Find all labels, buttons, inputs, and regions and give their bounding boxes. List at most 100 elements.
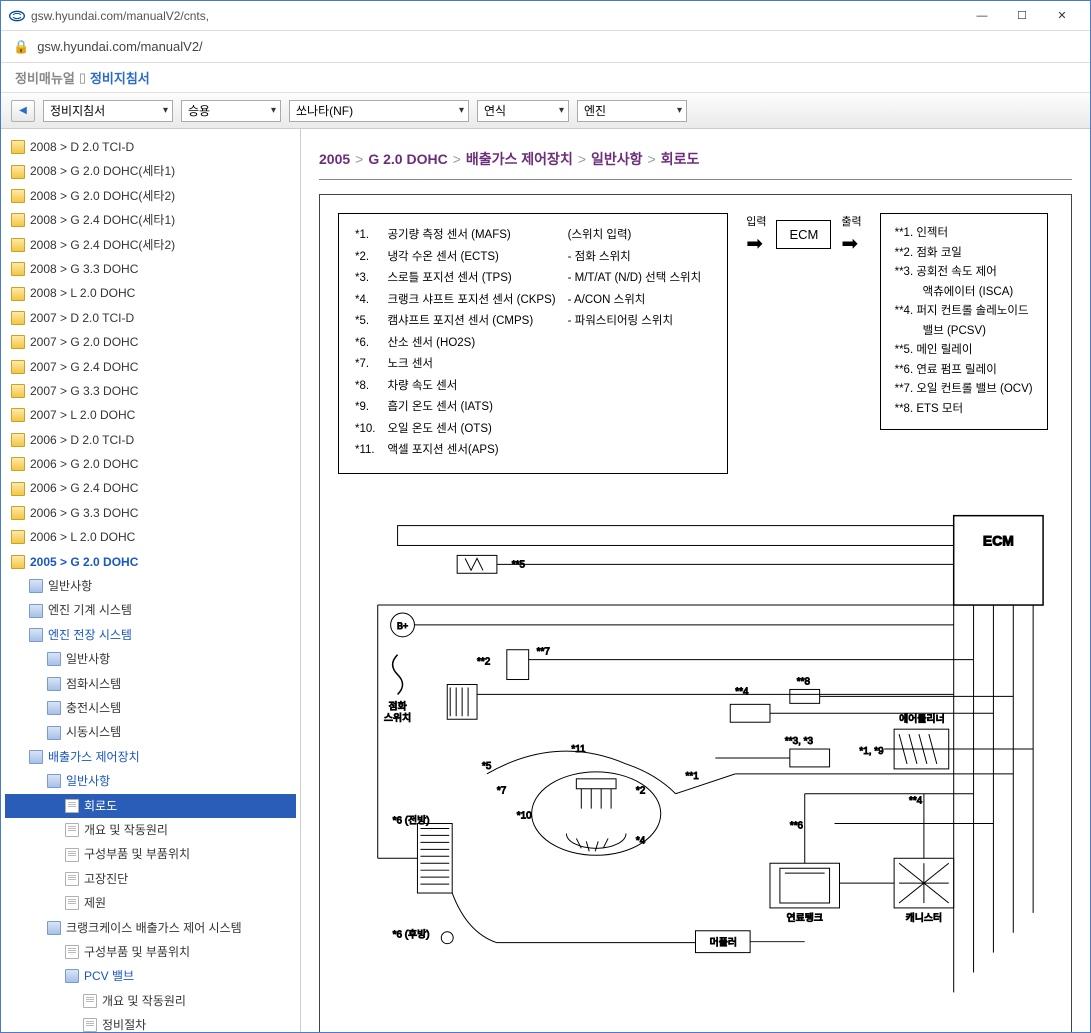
breadcrumb-segment[interactable]: G 2.0 DOHC — [368, 151, 447, 167]
tree-item[interactable]: 2006 > D 2.0 TCI-D — [5, 428, 296, 452]
vehicle-class-select[interactable]: 승용 — [181, 100, 281, 122]
tree-item-label: 2007 > L 2.0 DOHC — [30, 405, 135, 425]
page-icon — [83, 994, 97, 1008]
svg-text:연료탱크: 연료탱크 — [786, 912, 823, 924]
legend-cell — [568, 420, 712, 440]
book-icon — [29, 628, 43, 642]
page-icon — [65, 945, 79, 959]
folder-icon — [11, 262, 25, 276]
tree-item[interactable]: 엔진 기계 시스템 — [5, 598, 296, 622]
folder-icon — [11, 555, 25, 569]
tree-item[interactable]: 2007 > L 2.0 DOHC — [5, 403, 296, 427]
tree-item[interactable]: 2008 > G 2.4 DOHC(세타1) — [5, 208, 296, 232]
tree-item[interactable]: 배출가스 제어장치 — [5, 745, 296, 769]
svg-text:*10: *10 — [517, 811, 532, 822]
tree-item[interactable]: 엔진 전장 시스템 — [5, 623, 296, 647]
tree-item-label: 시동시스템 — [66, 722, 121, 742]
tree-item[interactable]: 점화시스템 — [5, 672, 296, 696]
tree-item[interactable]: 일반사항 — [5, 769, 296, 793]
legend-cell: 산소 센서 (HO2S) — [387, 334, 565, 354]
legend-cell — [568, 441, 712, 461]
tree-item[interactable]: 일반사항 — [5, 647, 296, 671]
breadcrumb-segment[interactable]: 회로도 — [661, 151, 700, 167]
tree-item[interactable]: PCV 밸브 — [5, 964, 296, 988]
titlebar: gsw.hyundai.com/manualV2/cnts, — ☐ ✕ — [1, 1, 1090, 31]
folder-icon — [11, 165, 25, 179]
svg-text:**8: **8 — [797, 677, 811, 688]
tree-item[interactable]: 구성부품 및 부품위치 — [5, 940, 296, 964]
page-icon — [65, 872, 79, 886]
breadcrumb-sep: > — [453, 151, 461, 167]
tree-item[interactable]: 2008 > G 2.4 DOHC(세타2) — [5, 233, 296, 257]
tree-item[interactable]: 2006 > G 2.4 DOHC — [5, 476, 296, 500]
tree-item-label: 엔진 기계 시스템 — [48, 600, 132, 620]
legend-line: **7. 오일 컨트롤 밸브 (OCV) — [895, 380, 1033, 400]
tree-item[interactable]: 일반사항 — [5, 574, 296, 598]
svg-text:*11: *11 — [571, 744, 586, 755]
svg-text:**4: **4 — [909, 796, 923, 807]
tree-item[interactable]: 2005 > G 2.0 DOHC — [5, 550, 296, 574]
tree-item[interactable]: 고장진단 — [5, 867, 296, 891]
tree-item-label: 2006 > G 3.3 DOHC — [30, 503, 138, 523]
tree-item[interactable]: 2008 > D 2.0 TCI-D — [5, 135, 296, 159]
tree-item[interactable]: 구성부품 및 부품위치 — [5, 842, 296, 866]
tree-item[interactable]: 충전시스템 — [5, 696, 296, 720]
maximize-button[interactable]: ☐ — [1002, 2, 1042, 30]
content-pane[interactable]: 2005>G 2.0 DOHC>배출가스 제어장치>일반사항>회로도 *1.공기… — [301, 129, 1090, 1032]
book-icon — [29, 750, 43, 764]
engine-select[interactable]: 엔진 — [577, 100, 687, 122]
tree-item[interactable]: 2008 > L 2.0 DOHC — [5, 281, 296, 305]
legend-cell: 차량 속도 센서 — [387, 377, 565, 397]
tree-item[interactable]: 정비절차 — [5, 1013, 296, 1032]
tree-item-label: 2008 > G 3.3 DOHC — [30, 259, 138, 279]
breadcrumb-segment[interactable]: 일반사항 — [591, 151, 643, 167]
minimize-button[interactable]: — — [962, 2, 1002, 30]
tree-item[interactable]: 회로도 — [5, 794, 296, 818]
tree-item[interactable]: 크랭크케이스 배출가스 제어 시스템 — [5, 916, 296, 940]
output-label: 출력 — [841, 213, 861, 229]
tree-item[interactable]: 2008 > G 2.0 DOHC(세타2) — [5, 184, 296, 208]
tree-item[interactable]: 2007 > G 3.3 DOHC — [5, 379, 296, 403]
tree-item[interactable]: 2006 > L 2.0 DOHC — [5, 525, 296, 549]
tree-item-label: 일반사항 — [66, 649, 110, 669]
book-icon — [47, 774, 61, 788]
collapse-sidebar-button[interactable]: ◀ — [11, 100, 35, 122]
tree-item[interactable]: 2007 > G 2.0 DOHC — [5, 330, 296, 354]
close-button[interactable]: ✕ — [1042, 2, 1082, 30]
breadcrumb-segment[interactable]: 2005 — [319, 151, 350, 167]
folder-icon — [11, 140, 25, 154]
tree-item[interactable]: 제원 — [5, 891, 296, 915]
tree-item[interactable]: 2007 > D 2.0 TCI-D — [5, 306, 296, 330]
tree-item[interactable]: 2006 > G 2.0 DOHC — [5, 452, 296, 476]
tree-item[interactable]: 2008 > G 3.3 DOHC — [5, 257, 296, 281]
book-icon — [47, 921, 61, 935]
page-icon — [65, 823, 79, 837]
folder-icon — [11, 482, 25, 496]
year-select[interactable]: 연식 — [477, 100, 569, 122]
tree-item[interactable]: 시동시스템 — [5, 720, 296, 744]
app-window: gsw.hyundai.com/manualV2/cnts, — ☐ ✕ 🔒 g… — [0, 0, 1091, 1033]
breadcrumb-sep: > — [578, 151, 586, 167]
svg-text:ECM: ECM — [983, 532, 1014, 548]
tree-item-label: 구성부품 및 부품위치 — [84, 844, 190, 864]
tree-item-label: 일반사항 — [48, 576, 92, 596]
sidebar-tree[interactable]: 2008 > D 2.0 TCI-D2008 > G 2.0 DOHC(세타1)… — [1, 129, 301, 1032]
legend-cell: 공기량 측정 센서 (MAFS) — [387, 226, 565, 246]
tree-item-label: 점화시스템 — [66, 674, 121, 694]
legend-line: **6. 연료 펌프 릴레이 — [895, 361, 1033, 381]
svg-text:*6 (전방): *6 (전방) — [393, 815, 430, 827]
tree-item[interactable]: 2006 > G 3.3 DOHC — [5, 501, 296, 525]
address-bar[interactable]: 🔒 gsw.hyundai.com/manualV2/ — [1, 31, 1090, 63]
tree-item-label: 제원 — [84, 893, 106, 913]
svg-text:**3, *3: **3, *3 — [785, 736, 814, 747]
tree-item[interactable]: 2008 > G 2.0 DOHC(세타1) — [5, 159, 296, 183]
tree-item[interactable]: 2007 > G 2.4 DOHC — [5, 355, 296, 379]
breadcrumb-segment[interactable]: 배출가스 제어장치 — [466, 151, 573, 167]
tree-item[interactable]: 개요 및 작동원리 — [5, 989, 296, 1013]
manual-type-select[interactable]: 정비지침서 — [43, 100, 173, 122]
legend-line: **4. 퍼지 컨트롤 솔레노이드 — [895, 302, 1033, 322]
book-icon — [47, 652, 61, 666]
model-select[interactable]: 쏘나타(NF) — [289, 100, 469, 122]
legend-line: **3. 공회전 속도 제어 — [895, 263, 1033, 283]
tree-item[interactable]: 개요 및 작동원리 — [5, 818, 296, 842]
